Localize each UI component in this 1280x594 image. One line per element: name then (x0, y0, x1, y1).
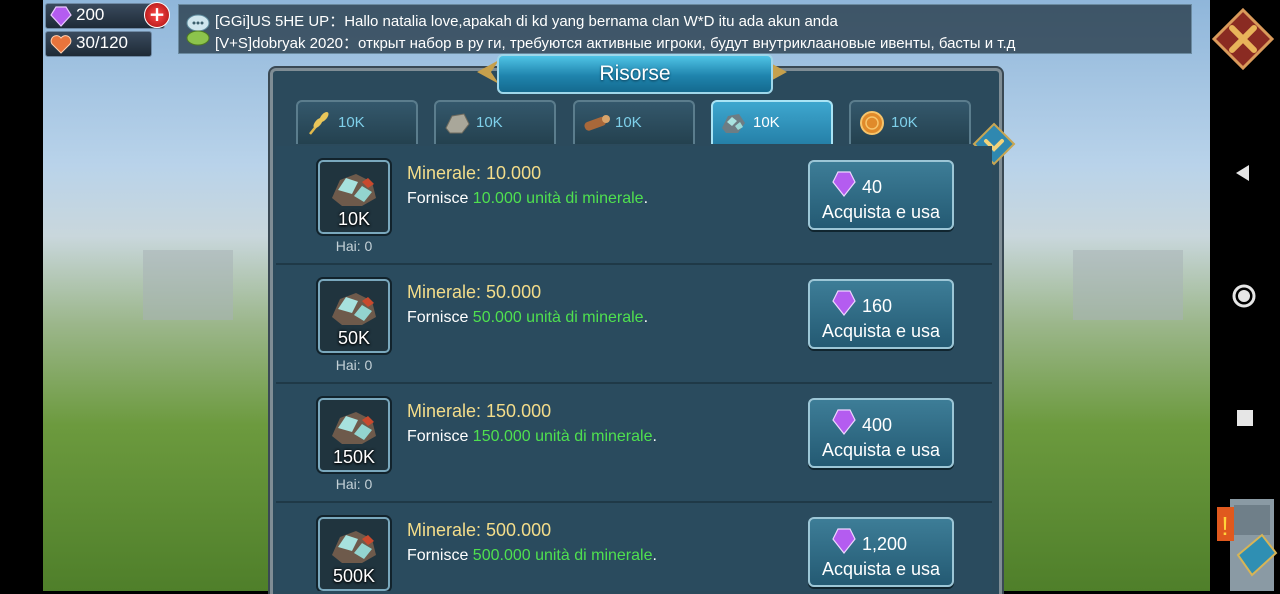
gem-icon (832, 409, 856, 435)
buy-button-label: Acquista e usa (821, 440, 941, 460)
description-text: Fornisce (407, 190, 473, 207)
owned-count: Hai: 0 (335, 476, 373, 492)
owned-count: Hai: 0 (335, 238, 373, 254)
ore-pack-thumbnail[interactable]: 10K (318, 160, 390, 234)
item-title: Minerale: 50.000 (407, 282, 542, 302)
description-amount: 150.000 unità di minerale (472, 428, 653, 445)
offer-list[interactable]: 10K Hai: 0 Minerale: 10.000 Fornisce 10.… (276, 146, 992, 591)
tab-ore[interactable]: 10K (711, 100, 833, 144)
stamina-counter: 30/120 (45, 31, 152, 57)
gem-count: 200 (76, 5, 105, 24)
ore-icon (332, 293, 376, 325)
left-black-bar (0, 0, 43, 591)
recents-icon[interactable] (1236, 409, 1254, 427)
wheat-icon (309, 112, 329, 135)
timber-icon (584, 115, 610, 131)
gem-icon (50, 6, 72, 27)
list-item: 500K Minerale: 500.000 Fornisce 500.000 … (276, 503, 992, 591)
description-text: Fornisce (407, 428, 473, 445)
item-description: Fornisce 10.000 unità di minerale. (407, 190, 648, 208)
pack-size-label: 50K (337, 328, 371, 348)
gem-icon (832, 528, 856, 554)
buy-and-use-button[interactable]: 40 Acquista e usa (808, 160, 954, 230)
pack-size-label: 500K (332, 566, 376, 586)
chat-message: [V+S]dobryak 2020：открыт набор в ру ги, … (215, 35, 1016, 52)
description-amount: 10.000 unità di minerale (472, 190, 644, 207)
buy-and-use-button[interactable]: 400 Acquista e usa (808, 398, 954, 468)
ore-icon (332, 412, 376, 444)
gem-price: 40 (862, 177, 883, 197)
buy-and-use-button[interactable]: 160 Acquista e usa (808, 279, 954, 349)
ruin-left (143, 250, 233, 320)
home-icon[interactable] (1231, 283, 1257, 309)
tab-stone-amount: 10K (476, 114, 503, 131)
list-item: 50K Hai: 0 Minerale: 50.000 Fornisce 50.… (276, 265, 992, 384)
ruin-right (1073, 250, 1183, 320)
buy-button-label: Acquista e usa (821, 559, 941, 579)
description-period: . (652, 547, 657, 564)
list-item: 150K Hai: 0 Minerale: 150.000 Fornisce 1… (276, 384, 992, 503)
stone-icon (445, 113, 470, 134)
title-left-ornament (477, 60, 499, 84)
description-period: . (643, 309, 649, 326)
tab-stone[interactable]: 10K (434, 100, 556, 144)
gem-icon (832, 171, 856, 197)
list-item: 10K Hai: 0 Minerale: 10.000 Fornisce 10.… (276, 146, 992, 265)
castle-alert-icon[interactable]: ! (1212, 495, 1278, 591)
ore-pack-thumbnail[interactable]: 500K (318, 517, 390, 591)
stamina-count: 30/120 (76, 33, 128, 52)
tab-food-amount: 10K (338, 114, 365, 131)
ore-icon (722, 114, 745, 133)
tab-ore-amount: 10K (753, 114, 780, 131)
item-description: Fornisce 500.000 unità di minerale. (407, 547, 657, 565)
pack-size-label: 10K (337, 209, 371, 229)
tab-gold[interactable]: 10K (849, 100, 971, 144)
close-button[interactable] (1212, 8, 1274, 70)
gem-price: 1,200 (862, 534, 908, 554)
description-amount: 500.000 unità di minerale (472, 547, 653, 564)
buy-and-use-button[interactable]: 1,200 Acquista e usa (808, 517, 954, 587)
description-text: Fornisce (407, 309, 473, 326)
svg-text:!: ! (1221, 511, 1228, 541)
ore-icon (332, 174, 376, 206)
panel-title: Risorse (497, 54, 773, 94)
buy-button-label: Acquista e usa (821, 202, 941, 222)
tab-timber[interactable]: 10K (573, 100, 695, 144)
item-title: Minerale: 500.000 (407, 520, 552, 540)
item-description: Fornisce 50.000 unità di minerale. (407, 309, 648, 327)
add-gems-button[interactable]: + (144, 2, 170, 28)
item-title: Minerale: 10.000 (407, 163, 542, 183)
back-icon[interactable] (1233, 163, 1253, 183)
item-title: Minerale: 150.000 (407, 401, 552, 421)
buy-button-label: Acquista e usa (821, 321, 941, 341)
chat-ticker[interactable]: [GGi]US 5HE UP：Hallo natalia love,apakah… (178, 4, 1192, 54)
tab-gold-amount: 10K (891, 114, 918, 131)
gem-icon (832, 290, 856, 316)
description-text: Fornisce (407, 547, 473, 564)
description-period: . (652, 428, 657, 445)
gem-price: 160 (862, 296, 893, 316)
pack-size-label: 150K (332, 447, 376, 467)
ore-icon (332, 531, 376, 563)
tab-food[interactable]: 10K (296, 100, 418, 144)
chat-message: [GGi]US 5HE UP：Hallo natalia love,apakah… (215, 13, 838, 30)
gold-coin-icon (860, 111, 884, 135)
description-amount: 50.000 unità di minerale (472, 309, 644, 326)
chat-icon (186, 14, 210, 46)
tab-timber-amount: 10K (615, 114, 642, 131)
item-description: Fornisce 150.000 unità di minerale. (407, 428, 657, 446)
owned-count: Hai: 0 (335, 357, 373, 373)
heart-icon (50, 35, 72, 54)
description-period: . (643, 190, 649, 207)
ore-pack-thumbnail[interactable]: 150K (318, 398, 390, 472)
gem-price: 400 (862, 415, 893, 435)
ore-pack-thumbnail[interactable]: 50K (318, 279, 390, 353)
